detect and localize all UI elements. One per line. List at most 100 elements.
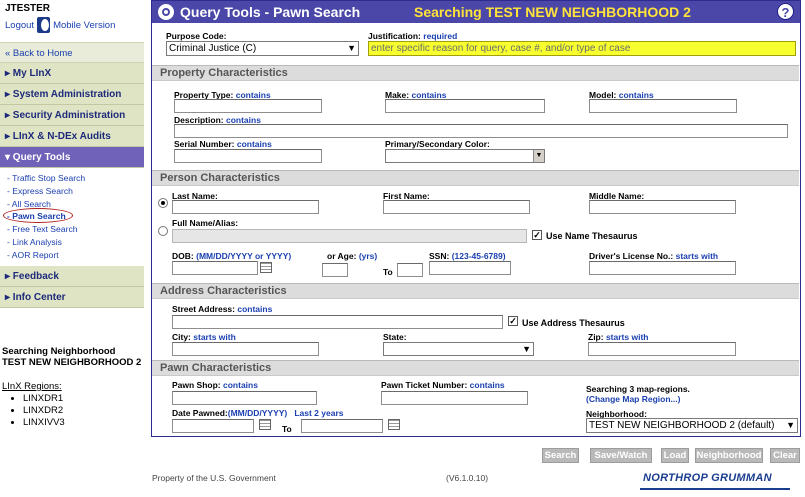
pawn-ticket-label: Pawn Ticket Number: contains [381, 380, 505, 390]
full-name-radio[interactable] [158, 226, 168, 236]
nav-feedback[interactable]: ▸ Feedback [0, 265, 144, 287]
age-to-input[interactable] [397, 263, 423, 277]
color-select[interactable]: ▼ [385, 149, 545, 163]
full-name-input[interactable] [172, 229, 527, 243]
nav-system-admin[interactable]: ▸ System Administration [0, 84, 144, 105]
help-icon[interactable]: ? [777, 3, 794, 20]
drivers-license-label: Driver's License No.: starts with [589, 251, 719, 261]
address-thesaurus-checkbox[interactable]: ✓ [508, 316, 518, 326]
first-name-input[interactable] [383, 200, 530, 214]
version-text: (V6.1.0.10) [446, 473, 489, 483]
region-item: LINXIVV3 [23, 417, 65, 429]
nav-audits[interactable]: ▸ LInX & N-DEx Audits [0, 126, 144, 147]
region-item: LINXDR1 [23, 393, 65, 405]
age-unit-hint: (yrs) [358, 251, 378, 261]
dl-starts-with-link[interactable]: starts with [676, 251, 719, 261]
street-contains-link[interactable]: contains [237, 304, 272, 314]
age-to-label: To [383, 267, 393, 277]
calendar-icon[interactable] [388, 419, 400, 430]
pawn-ticket-contains-link[interactable]: contains [470, 380, 505, 390]
zip-starts-with-link[interactable]: starts with [606, 332, 649, 342]
nav-info-center[interactable]: ▸ Info Center [0, 286, 144, 308]
purpose-code-select[interactable]: Criminal Justice (C) ▼ [166, 41, 359, 56]
change-map-wrapper: (Change Map Region...) [586, 394, 680, 404]
date-from-input[interactable] [172, 419, 254, 433]
pawn-shop-input[interactable] [172, 391, 317, 405]
model-input[interactable] [589, 99, 737, 113]
date-to-input[interactable] [301, 419, 383, 433]
dob-format-hint: (MM/DD/YYYY or YYYY) [196, 251, 292, 261]
pawn-ticket-input[interactable] [381, 391, 528, 405]
property-notice: Property of the U.S. Government [152, 473, 276, 483]
pawn-shop-label: Pawn Shop: contains [172, 380, 258, 390]
property-type-input[interactable] [174, 99, 322, 113]
city-input[interactable] [172, 342, 319, 356]
justification-input[interactable]: enter specific reason for query, case #,… [368, 41, 796, 56]
region-item: LINXDR2 [23, 405, 65, 417]
user-panel: JTESTER Logout Mobile Version [0, 0, 144, 40]
state-select[interactable]: ▼ [383, 342, 534, 356]
justification-label: Justification: required [368, 31, 458, 41]
nav-query-tools[interactable]: ▾ Query Tools [0, 147, 144, 168]
neighborhood-select[interactable]: TEST NEW NEIGHBORHOOD 2 (default) ▼ [586, 418, 798, 433]
address-thesaurus-label: Use Address Thesaurus [522, 318, 625, 328]
zip-input[interactable] [588, 342, 736, 356]
back-to-home[interactable]: « Back to Home [0, 42, 144, 63]
load-button[interactable]: Load [661, 448, 689, 463]
full-name-label: Full Name/Alias: [172, 218, 239, 228]
username: JTESTER [5, 3, 51, 14]
ssn-format-hint: (123-45-6789) [451, 251, 506, 261]
title-bar: Query Tools - Pawn Search Searching TEST… [152, 1, 800, 23]
nav-my-linx[interactable]: ▸ My LInX [0, 63, 144, 84]
last-name-input[interactable] [172, 200, 319, 214]
serial-contains-link[interactable]: contains [237, 139, 272, 149]
description-input[interactable] [174, 124, 788, 138]
dob-label: DOB: (MM/DD/YYYY or YYYY) [172, 251, 292, 261]
mobile-version-link[interactable]: Mobile Version [53, 20, 115, 31]
logo-underline [640, 488, 790, 490]
mobile-icon[interactable] [37, 17, 51, 33]
nav-traffic-stop-search[interactable]: - Traffic Stop Search [7, 173, 85, 183]
nav-security-admin[interactable]: ▸ Security Administration [0, 105, 144, 126]
chevron-down-icon: ▼ [533, 150, 544, 162]
logout-link[interactable]: Logout [5, 20, 34, 31]
nav-aor-report[interactable]: - AOR Report [7, 250, 59, 260]
nav-express-search[interactable]: - Express Search [7, 186, 73, 196]
age-from-input[interactable] [322, 263, 348, 277]
street-address-label: Street Address: contains [172, 304, 273, 314]
company-logo: NORTHROP GRUMMAN [643, 472, 772, 484]
last-2-years-link[interactable]: Last 2 years [294, 408, 343, 418]
name-thesaurus-checkbox[interactable]: ✓ [532, 230, 542, 240]
neighborhood-heading: Searching Neighborhood TEST NEW NEIGHBOR… [2, 346, 142, 368]
serial-number-input[interactable] [174, 149, 322, 163]
change-map-region-link[interactable]: (Change Map Region...) [586, 394, 680, 404]
query-tools-submenu: - Traffic Stop Search - Express Search -… [0, 168, 144, 266]
ssn-input[interactable] [429, 261, 511, 275]
calendar-icon[interactable] [259, 419, 271, 430]
pawn-search-panel: Query Tools - Pawn Search Searching TEST… [151, 0, 801, 437]
name-thesaurus-label: Use Name Thesaurus [546, 231, 638, 241]
back-to-home-link[interactable]: « Back to Home [5, 48, 73, 59]
sidebar: JTESTER Logout Mobile Version « Back to … [0, 0, 144, 497]
dob-input[interactable] [172, 261, 258, 275]
pawn-shop-contains-link[interactable]: contains [223, 380, 258, 390]
search-button[interactable]: Search [542, 448, 579, 463]
clear-button[interactable]: Clear [770, 448, 800, 463]
city-starts-with-link[interactable]: starts with [193, 332, 236, 342]
nav-all-search[interactable]: - All Search [7, 199, 51, 209]
calendar-icon[interactable] [260, 262, 272, 273]
street-address-input[interactable] [172, 315, 503, 329]
purpose-code-label: Purpose Code: [166, 31, 227, 41]
make-input[interactable] [385, 99, 545, 113]
neighborhood-button[interactable]: Neighborhood [695, 448, 763, 463]
drivers-license-input[interactable] [589, 261, 736, 275]
date-to-label: To [282, 424, 292, 434]
last-name-radio[interactable] [158, 198, 168, 208]
neighborhood-value: TEST NEW NEIGHBORHOOD 2 (default) [589, 420, 775, 431]
ssn-label: SSN: (123-45-6789) [429, 251, 506, 261]
middle-name-input[interactable] [589, 200, 736, 214]
save-watch-button[interactable]: Save/Watch [590, 448, 652, 463]
nav-free-text-search[interactable]: - Free Text Search [7, 224, 78, 234]
nav-link-analysis[interactable]: - Link Analysis [7, 237, 62, 247]
searching-neighborhood-title: Searching TEST NEW NEIGHBORHOOD 2 [414, 4, 691, 20]
